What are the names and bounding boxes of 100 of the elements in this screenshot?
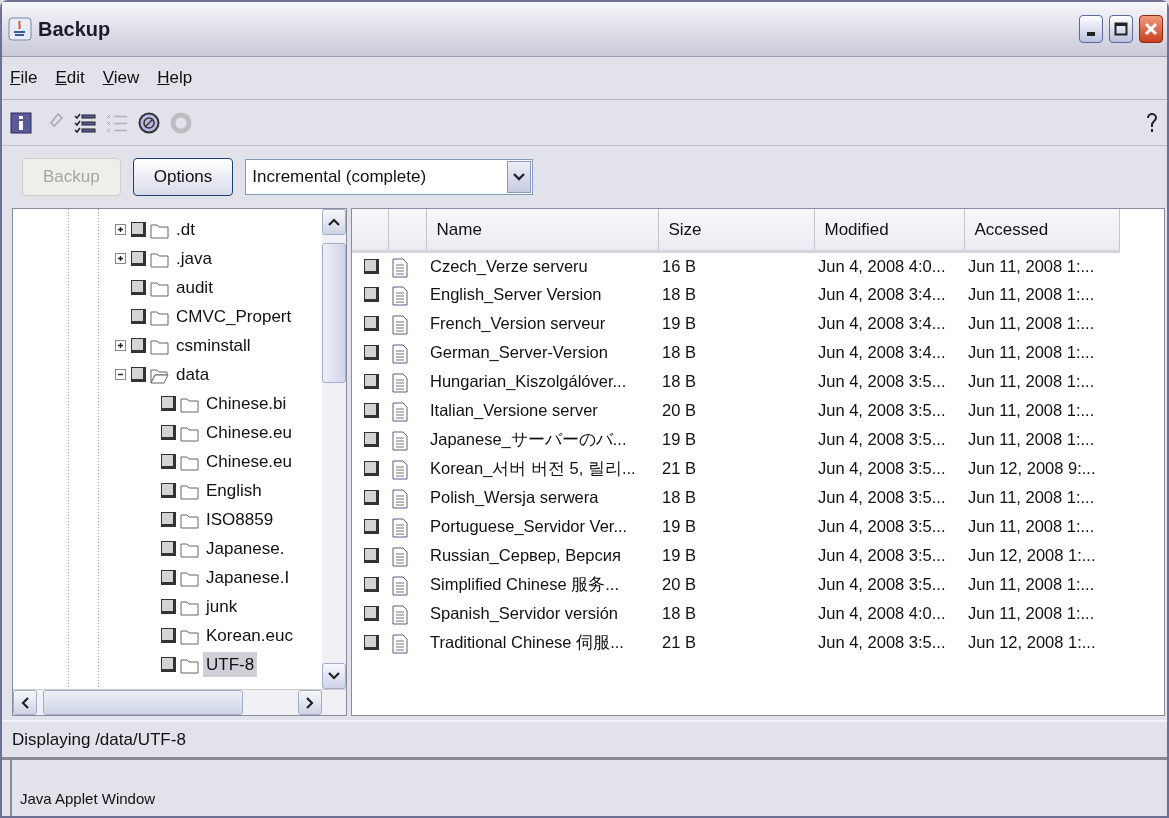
checkbox[interactable] bbox=[364, 635, 379, 650]
tree-item[interactable]: Japanese. bbox=[203, 535, 288, 562]
checkbox[interactable] bbox=[364, 403, 379, 418]
tree-item[interactable]: UTF-8 bbox=[203, 651, 258, 678]
tree-item[interactable]: csminstall bbox=[173, 332, 254, 359]
checkbox[interactable] bbox=[161, 396, 176, 411]
scroll-thumb[interactable] bbox=[43, 690, 243, 715]
collapse-icon[interactable] bbox=[114, 369, 126, 380]
menu-item[interactable]: View bbox=[102, 65, 140, 91]
checkbox[interactable] bbox=[364, 577, 379, 592]
help-icon[interactable] bbox=[1145, 111, 1159, 134]
checkbox[interactable] bbox=[364, 374, 379, 389]
file-icon bbox=[392, 372, 408, 393]
file-icon bbox=[392, 604, 408, 625]
checkbox[interactable] bbox=[364, 316, 379, 331]
tree-item[interactable]: Japanese.I bbox=[203, 564, 293, 591]
checkbox[interactable] bbox=[131, 338, 146, 353]
checkbox[interactable] bbox=[364, 287, 379, 302]
window-title: Backup bbox=[38, 17, 111, 42]
checkbox[interactable] bbox=[161, 570, 176, 585]
tree-item[interactable]: Chinese.eu bbox=[203, 419, 295, 446]
scroll-left-button[interactable] bbox=[13, 690, 37, 715]
table-cell-text: Jun 4, 2008 3:5... bbox=[817, 429, 947, 451]
column-header[interactable]: Size bbox=[658, 209, 814, 251]
tree-item[interactable]: ISO8859 bbox=[203, 506, 277, 533]
tree-item[interactable]: .java bbox=[173, 245, 215, 272]
checklist-icon[interactable] bbox=[74, 111, 96, 134]
scroll-thumb[interactable] bbox=[322, 243, 346, 383]
table-cell-text: Jun 11, 2008 1:... bbox=[967, 574, 1096, 596]
menu-item[interactable]: File bbox=[10, 65, 38, 91]
checkbox[interactable] bbox=[364, 258, 379, 274]
scroll-down-button[interactable] bbox=[322, 663, 346, 689]
checkbox[interactable] bbox=[364, 490, 379, 505]
table-cell-text: Jun 4, 2008 3:4... bbox=[817, 342, 947, 364]
file-icon bbox=[392, 401, 408, 422]
checkbox[interactable] bbox=[131, 367, 146, 382]
checkbox[interactable] bbox=[364, 432, 379, 447]
close-icon bbox=[1144, 22, 1158, 36]
checkbox[interactable] bbox=[161, 425, 176, 440]
tree-item[interactable]: junk bbox=[203, 593, 241, 620]
table-cell-text: French_Version serveur bbox=[429, 313, 607, 335]
expand-icon[interactable] bbox=[114, 340, 126, 351]
scroll-right-button[interactable] bbox=[298, 690, 322, 715]
expand-icon[interactable] bbox=[114, 253, 126, 264]
table-cell-text: Traditional Chinese 伺服... bbox=[429, 632, 625, 654]
tree-item[interactable]: data bbox=[173, 361, 213, 388]
tree-item[interactable]: .dt bbox=[173, 216, 198, 243]
info-icon[interactable] bbox=[10, 111, 32, 134]
table-cell-text: 21 B bbox=[661, 632, 697, 654]
checkbox[interactable] bbox=[364, 461, 379, 476]
tree-item[interactable]: English bbox=[203, 477, 265, 504]
stop-icon[interactable] bbox=[138, 111, 160, 134]
checkbox[interactable] bbox=[364, 548, 379, 563]
column-header[interactable]: Accessed bbox=[964, 209, 1119, 251]
mode-dropdown[interactable]: Incremental (complete) bbox=[245, 159, 534, 195]
caret-icon[interactable] bbox=[513, 172, 526, 182]
file-icon bbox=[392, 633, 408, 654]
checkbox[interactable] bbox=[131, 309, 146, 324]
checkbox[interactable] bbox=[131, 280, 146, 295]
options-button[interactable]: Options bbox=[132, 158, 234, 196]
tree-item[interactable]: Korean.euc bbox=[203, 622, 296, 649]
checkbox[interactable] bbox=[161, 657, 176, 672]
close-button[interactable] bbox=[1139, 15, 1163, 43]
table-cell-text: Jun 4, 2008 3:5... bbox=[817, 487, 947, 509]
minimize-button[interactable] bbox=[1079, 15, 1103, 43]
tree-item[interactable]: audit bbox=[173, 274, 216, 301]
checkbox[interactable] bbox=[364, 345, 379, 360]
checkbox[interactable] bbox=[161, 454, 176, 469]
expand-icon[interactable] bbox=[114, 224, 126, 235]
column-header[interactable]: Modified bbox=[814, 209, 964, 251]
table-cell: Jun 4, 2008 4:0... bbox=[814, 251, 964, 280]
checkbox[interactable] bbox=[131, 222, 146, 237]
scroll-up-button[interactable] bbox=[322, 209, 346, 235]
checkbox[interactable] bbox=[161, 483, 176, 498]
checkbox[interactable] bbox=[364, 519, 379, 534]
checkbox[interactable] bbox=[161, 512, 176, 527]
menu-item[interactable]: Help bbox=[157, 65, 193, 91]
table-cell-text: Jun 4, 2008 3:5... bbox=[817, 458, 947, 480]
table-cell-text: Jun 12, 2008 1:... bbox=[967, 632, 1097, 654]
table-cell-text: Jun 4, 2008 3:5... bbox=[817, 632, 947, 654]
file-icon bbox=[392, 546, 408, 567]
tree-item[interactable]: Chinese.eu bbox=[203, 448, 295, 475]
table-cell-text: Jun 4, 2008 3:5... bbox=[817, 574, 947, 596]
checkbox[interactable] bbox=[364, 606, 379, 621]
table-cell-text: Jun 4, 2008 3:4... bbox=[817, 313, 947, 335]
table-cell-text: Jun 11, 2008 1:... bbox=[967, 371, 1096, 393]
table-cell-text: Jun 11, 2008 1:... bbox=[967, 516, 1096, 538]
maximize-button[interactable] bbox=[1109, 15, 1133, 43]
checkbox[interactable] bbox=[161, 599, 176, 614]
maximize-icon bbox=[1114, 22, 1128, 36]
table-cell-text: Jun 12, 2008 9:... bbox=[967, 458, 1097, 480]
checkbox[interactable] bbox=[131, 251, 146, 266]
column-header[interactable]: Name bbox=[426, 209, 658, 251]
file-icon bbox=[392, 430, 408, 451]
tree-item[interactable]: CMVC_Propert bbox=[173, 303, 295, 330]
checkbox[interactable] bbox=[161, 628, 176, 643]
status-text: Displaying /data/UTF-8 bbox=[12, 728, 186, 751]
checkbox[interactable] bbox=[161, 541, 176, 556]
tree-item[interactable]: Chinese.bi bbox=[203, 390, 290, 417]
menu-item[interactable]: Edit bbox=[55, 65, 85, 91]
